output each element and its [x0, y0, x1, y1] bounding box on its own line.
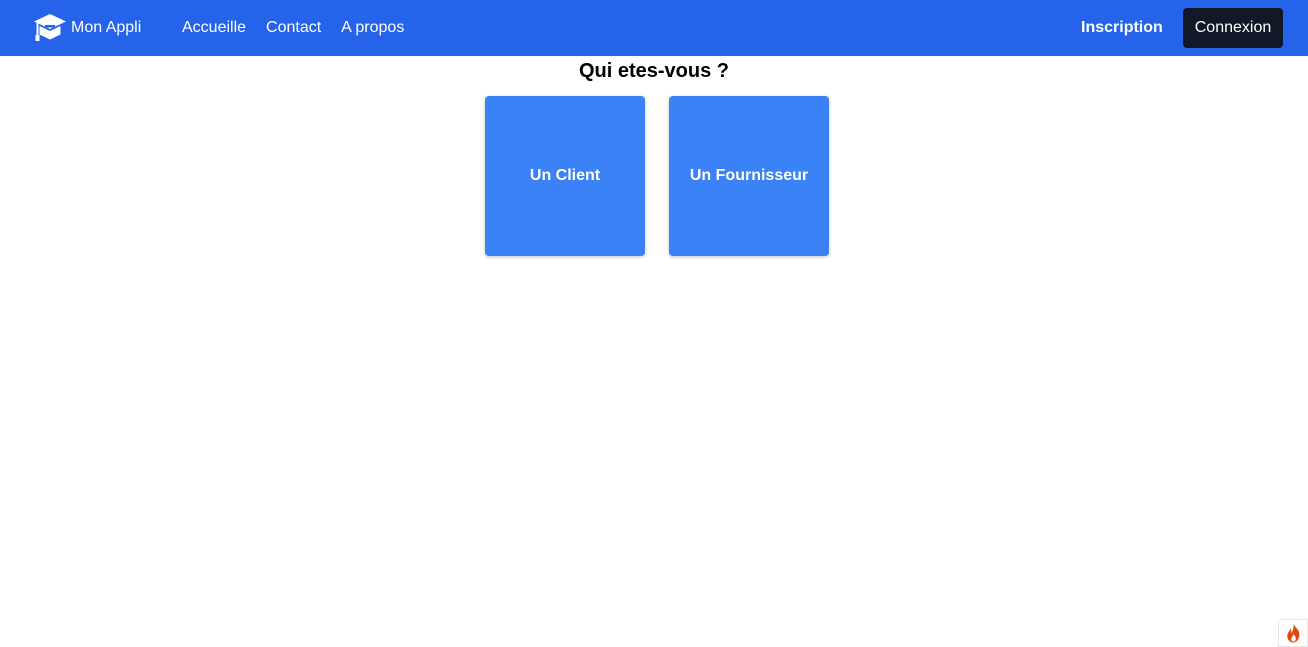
brand-name: Mon Appli: [71, 19, 142, 36]
page-title: Qui etes-vous ?: [578, 60, 730, 82]
signup-link[interactable]: Inscription: [1081, 18, 1163, 38]
client-choice-button[interactable]: Un Client: [485, 96, 645, 256]
login-button[interactable]: Connexion: [1183, 8, 1283, 48]
main-nav: Accueille Contact A propos: [182, 18, 404, 38]
brand-link[interactable]: Mon Appli: [34, 12, 141, 44]
navbar: Mon Appli Accueille Contact A propos Ins…: [0, 0, 1308, 56]
supplier-choice-label: Un Fournisseur: [689, 167, 809, 184]
nav-link-accueille[interactable]: Accueille: [182, 18, 246, 38]
nav-link-contact[interactable]: Contact: [266, 18, 321, 38]
supplier-choice-button[interactable]: Un Fournisseur: [669, 96, 829, 256]
graduation-cap-icon: [34, 14, 66, 41]
debug-toolbar-button[interactable]: [1278, 619, 1308, 647]
nav-link-a-propos[interactable]: A propos: [341, 18, 404, 38]
flame-icon: [1286, 623, 1299, 643]
client-choice-label: Un Client: [529, 167, 601, 184]
